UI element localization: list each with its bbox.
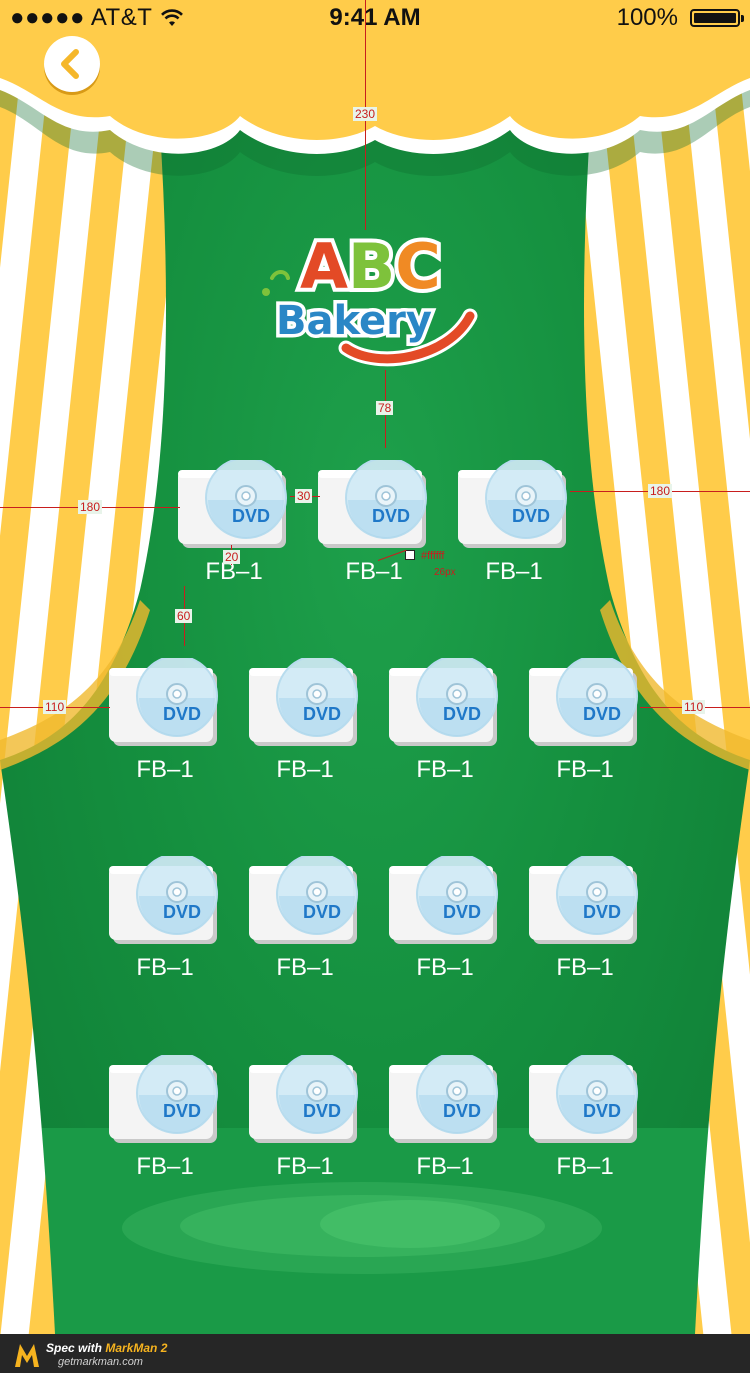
dvd-item[interactable]: DVD FB–1 <box>249 648 361 788</box>
dvd-disc-text: DVD <box>442 902 481 922</box>
dvd-label: FB–1 <box>556 954 614 981</box>
dvd-disc-text: DVD <box>302 902 341 922</box>
font-size-label: 26px <box>434 567 456 578</box>
dvd-label: FB–1 <box>276 1153 334 1180</box>
dvd-case-icon <box>458 460 567 548</box>
dvd-label: FB–1 <box>136 954 194 981</box>
dvd-item[interactable]: DVD FB–1 <box>389 1045 501 1185</box>
dvd-disc-text: DVD <box>302 704 341 724</box>
dvd-item[interactable]: DVD FB–1 <box>178 450 290 590</box>
left-curtain-tail <box>0 760 55 1334</box>
dvd-item[interactable]: DVD FB–1 <box>389 846 501 986</box>
dvd-case-icon <box>529 856 638 944</box>
stage: ●●●●● AT&T 9:41 AM 100% ABC Bakery DVD FB… <box>0 0 750 1373</box>
dvd-item[interactable]: DVD FB–1 <box>109 1045 221 1185</box>
dvd-item[interactable]: DVD FB–1 <box>389 648 501 788</box>
dvd-label: FB–1 <box>556 756 614 783</box>
spacing-label: 230 <box>353 107 378 121</box>
dvd-case-icon <box>529 1055 638 1143</box>
dvd-disc-text: DVD <box>582 704 621 724</box>
dvd-label: FB–1 <box>416 756 474 783</box>
dvd-item[interactable]: DVD FB–1 <box>249 846 361 986</box>
spacing-label: 110 <box>43 700 67 714</box>
dvd-label: FB–1 <box>556 1153 614 1180</box>
spacing-label: 78 <box>376 401 394 415</box>
dvd-case-icon <box>249 856 358 944</box>
dvd-case-icon <box>389 856 498 944</box>
dvd-disc-text: DVD <box>442 704 481 724</box>
dvd-case-icon <box>389 658 498 746</box>
dvd-item[interactable]: DVD FB–1 <box>249 1045 361 1185</box>
dvd-disc-text: DVD <box>162 704 201 724</box>
spacing-label: 20 <box>223 550 241 564</box>
spacing-label: 60 <box>175 609 193 623</box>
color-swatch <box>405 550 415 560</box>
dvd-item[interactable]: DVD FB–1 <box>318 450 430 590</box>
footer-title: Spec with MarkMan 2 <box>46 1341 168 1355</box>
dvd-case-icon <box>109 1055 218 1143</box>
dvd-disc-text: DVD <box>162 902 201 922</box>
dvd-label: FB–1 <box>276 954 334 981</box>
dvd-disc-text: DVD <box>162 1101 201 1121</box>
dvd-item[interactable]: DVD FB–1 <box>458 450 570 590</box>
dvd-item[interactable]: DVD FB–1 <box>529 1045 641 1185</box>
color-label: #ffffff <box>421 550 445 562</box>
dvd-disc-text: DVD <box>371 506 410 526</box>
footer-url[interactable]: getmarkman.com <box>58 1356 143 1368</box>
back-button[interactable] <box>44 36 100 92</box>
spacing-label: 180 <box>78 500 103 514</box>
abc-bakery-logo: ABC Bakery <box>262 230 478 367</box>
dvd-disc-text: DVD <box>582 1101 621 1121</box>
dvd-label: FB–1 <box>416 954 474 981</box>
markman-logo-icon <box>15 1344 39 1367</box>
spacing-label: 180 <box>648 484 673 498</box>
dvd-case-icon <box>178 460 287 548</box>
dvd-label: FB–1 <box>136 756 194 783</box>
dvd-label: FB–1 <box>276 756 334 783</box>
dvd-disc-text: DVD <box>231 506 270 526</box>
logo-line1: ABC <box>300 230 441 303</box>
right-curtain-tail <box>695 760 750 1334</box>
dvd-case-icon <box>249 658 358 746</box>
dvd-disc-text: DVD <box>302 1101 341 1121</box>
dvd-item[interactable]: DVD FB–1 <box>109 846 221 986</box>
chevron-left-icon <box>61 49 79 79</box>
dvd-label: FB–1 <box>416 1153 474 1180</box>
dvd-case-icon <box>389 1055 498 1143</box>
battery-icon <box>690 9 744 27</box>
dvd-case-icon <box>109 658 218 746</box>
dvd-case-icon <box>249 1055 358 1143</box>
dvd-label: FB–1 <box>136 1153 194 1180</box>
logo-line2: Bakery <box>276 298 432 344</box>
dvd-item[interactable]: DVD FB–1 <box>529 846 641 986</box>
dvd-item[interactable]: DVD FB–1 <box>529 648 641 788</box>
dvd-item[interactable]: DVD FB–1 <box>109 648 221 788</box>
dvd-case-icon <box>318 460 427 548</box>
dvd-case-icon <box>529 658 638 746</box>
dvd-disc-text: DVD <box>582 902 621 922</box>
spacing-label: 110 <box>682 700 706 714</box>
dvd-disc-text: DVD <box>511 506 550 526</box>
dvd-case-icon <box>109 856 218 944</box>
dvd-label: FB–1 <box>485 558 543 585</box>
battery-percent: 100% <box>616 4 678 31</box>
dvd-disc-text: DVD <box>442 1101 481 1121</box>
spacing-label: 30 <box>295 489 313 503</box>
